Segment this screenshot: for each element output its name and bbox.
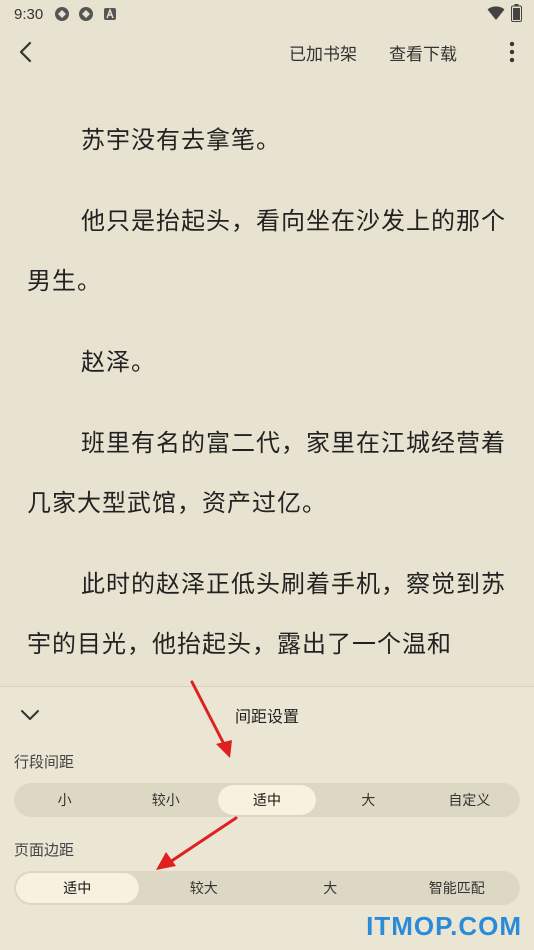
line-spacing-option-large[interactable]: 大 <box>320 785 417 815</box>
top-bar: 已加书架 查看下载 <box>0 28 534 76</box>
more-vertical-icon <box>509 41 515 63</box>
page-margin-selector: 适中 较大 大 智能匹配 <box>14 871 520 905</box>
app-icon <box>53 5 71 23</box>
status-time: 9:30 <box>14 5 44 23</box>
reading-content: 苏宇没有去拿笔。 他只是抬起头，看向坐在沙发上的那个男生。 赵泽。 班里有名的富… <box>27 110 511 695</box>
wifi-icon <box>487 5 505 25</box>
paragraph: 此时的赵泽正低头刷着手机，察觉到苏宇的目光，他抬起头，露出了一个温和 <box>27 570 506 658</box>
status-right-icons <box>487 4 522 26</box>
app-icon <box>77 5 95 23</box>
status-bar: 9:30 <box>0 0 534 28</box>
paragraph: 他只是抬起头，看向坐在沙发上的那个男生。 <box>27 207 506 295</box>
add-to-shelf-button[interactable]: 已加书架 <box>289 40 357 65</box>
line-spacing-label: 行段间距 <box>14 753 75 771</box>
page-margin-label: 页面边距 <box>14 841 75 859</box>
paragraph: 苏宇没有去拿笔。 <box>81 126 281 154</box>
paragraph: 赵泽。 <box>81 348 156 376</box>
page-margin-option-smart[interactable]: 智能匹配 <box>396 873 519 903</box>
page-margin-option-large[interactable]: 大 <box>269 873 392 903</box>
line-spacing-option-small[interactable]: 小 <box>16 785 113 815</box>
panel-title: 间距设置 <box>234 707 299 726</box>
line-spacing-option-custom[interactable]: 自定义 <box>421 785 518 815</box>
more-button[interactable] <box>500 38 524 66</box>
view-download-button[interactable]: 查看下载 <box>389 40 457 65</box>
battery-icon <box>511 4 522 26</box>
page-margin-option-larger[interactable]: 较大 <box>143 873 266 903</box>
paragraph: 班里有名的富二代，家里在江城经营着几家大型武馆，资产过亿。 <box>27 429 506 517</box>
line-spacing-option-smaller[interactable]: 较小 <box>117 785 214 815</box>
back-button[interactable] <box>12 38 40 66</box>
line-spacing-selector: 小 较小 适中 大 自定义 <box>14 783 520 817</box>
page-margin-option-medium[interactable]: 适中 <box>16 873 139 903</box>
a-icon <box>101 5 119 23</box>
chevron-left-icon <box>19 41 32 63</box>
line-spacing-option-medium[interactable]: 适中 <box>218 785 316 815</box>
watermark: ITMOP.COM <box>366 911 522 941</box>
